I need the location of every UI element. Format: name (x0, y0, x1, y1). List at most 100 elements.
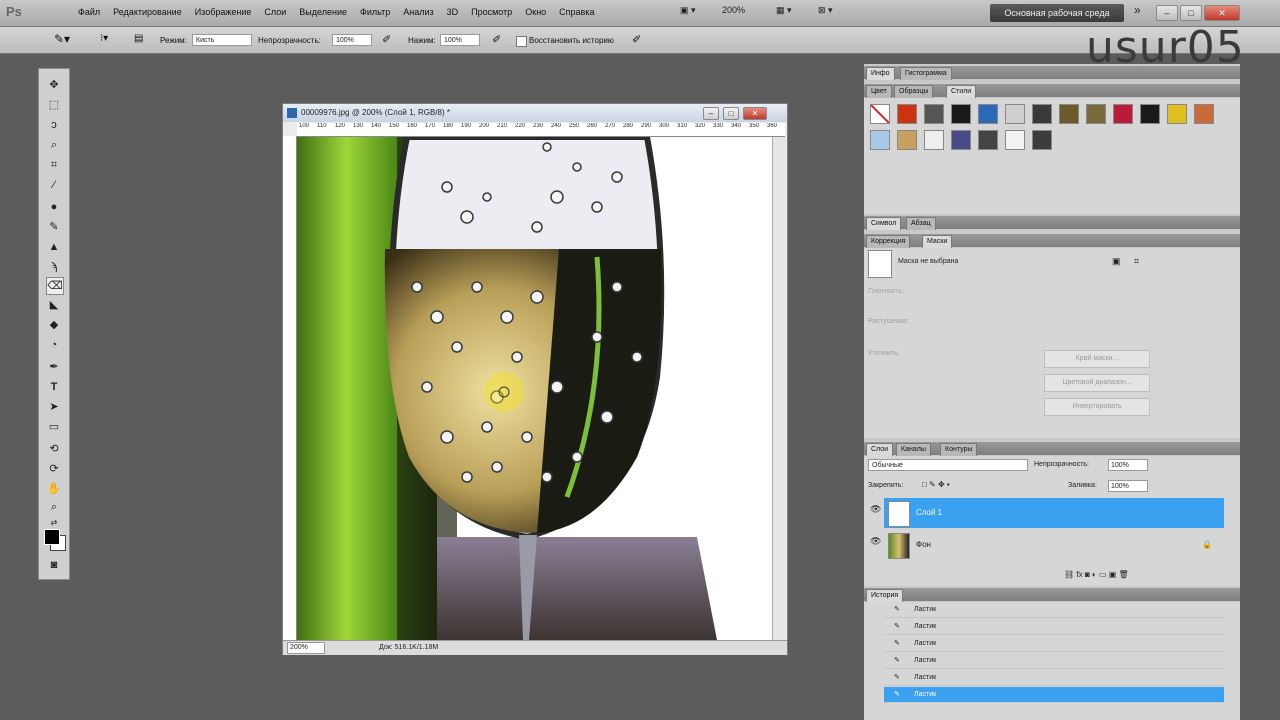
history-item[interactable]: ✎ Ластик (884, 687, 1224, 703)
style-swatch[interactable] (951, 130, 971, 150)
tab-styles[interactable]: Стили (946, 85, 977, 98)
doc-size-info[interactable]: Док: 516.1K/1.18M (379, 641, 438, 655)
menu-image[interactable]: Изображение (195, 7, 252, 17)
tab-swatches[interactable]: Образцы (894, 85, 934, 98)
shape-tool-icon[interactable]: ▭ (46, 419, 62, 435)
menu-edit[interactable]: Редактирование (113, 7, 182, 17)
history-item[interactable]: ✎ Ластик (884, 670, 1224, 686)
doc-close-button[interactable]: ✕ (743, 107, 767, 120)
tab-paragraph[interactable]: Абзац (906, 217, 936, 230)
marquee-tool-icon[interactable]: ⬚ (46, 97, 62, 113)
eraser-tool-icon[interactable]: ⌫ (46, 277, 64, 295)
zoom-field[interactable]: 200% (287, 642, 325, 654)
pen-tool-icon[interactable]: ✒ (46, 359, 62, 375)
style-swatch[interactable] (1005, 104, 1025, 124)
style-swatch[interactable] (924, 104, 944, 124)
doc-maximize-button[interactable]: □ (723, 107, 739, 120)
3d-orbit-tool-icon[interactable]: ⟳ (46, 461, 62, 477)
history-item[interactable]: ✎ Ластик (884, 619, 1224, 635)
style-swatch[interactable] (1113, 104, 1133, 124)
tab-masks[interactable]: Маски (922, 235, 953, 248)
extras-icon[interactable]: ⊠ ▾ (818, 5, 833, 16)
maximize-button[interactable]: □ (1180, 5, 1202, 21)
blur-tool-icon[interactable]: ◆ (46, 317, 62, 333)
screen-mode-icon[interactable]: ▣ ▾ (680, 5, 696, 16)
tab-layers[interactable]: Слои (866, 443, 894, 456)
tablet-opacity-icon[interactable]: ✐ (382, 33, 391, 46)
image-canvas[interactable] (297, 137, 772, 640)
brush-tool-icon[interactable]: ✎ (46, 219, 62, 235)
layer-row[interactable]: Фон 🔒 (884, 530, 1224, 560)
style-swatch[interactable] (978, 130, 998, 150)
style-swatch[interactable] (1194, 104, 1214, 124)
invert-button[interactable]: Инвертировать (1044, 398, 1150, 416)
style-swatch[interactable] (951, 104, 971, 124)
add-vector-mask-icon[interactable]: ⌗ (1134, 256, 1139, 267)
menu-file[interactable]: Файл (78, 7, 100, 17)
eraser-tool-preset-icon[interactable]: ✎▾ (54, 32, 70, 46)
menu-filter[interactable]: Фильтр (360, 7, 390, 17)
history-item[interactable]: ✎ Ластик (884, 602, 1224, 618)
tab-channels[interactable]: Каналы (896, 443, 931, 456)
style-swatch[interactable] (1140, 104, 1160, 124)
lock-icons[interactable]: □ ✎ ✥ ▪ (922, 480, 950, 489)
path-select-tool-icon[interactable]: ➤ (46, 399, 62, 415)
style-swatch[interactable] (897, 130, 917, 150)
crop-tool-icon[interactable]: ⌗ (46, 157, 62, 173)
tab-histogram[interactable]: Гистограмма (900, 67, 952, 80)
style-swatch[interactable] (870, 130, 890, 150)
3d-rotate-tool-icon[interactable]: ⟲ (46, 441, 62, 457)
doc-minimize-button[interactable]: – (703, 107, 719, 120)
pressure-field[interactable]: 100% (440, 34, 480, 46)
layer-footer-icons[interactable]: ⛓ fx ◙ ◐ ▭ ▣ 🗑 (1064, 570, 1129, 579)
zoom-tool-icon[interactable]: ⌕ (46, 499, 62, 515)
brush-size-icon[interactable]: ⁝▾ (100, 33, 108, 44)
lasso-tool-icon[interactable]: ↄ (46, 117, 62, 133)
tab-adjustments[interactable]: Коррекция (866, 235, 911, 248)
style-swatch[interactable] (1167, 104, 1187, 124)
mode-select[interactable]: Кисть (192, 34, 252, 46)
zoom-level-dropdown[interactable]: 200% (722, 5, 745, 15)
menu-window[interactable]: Окно (525, 7, 546, 17)
tab-color[interactable]: Цвет (866, 85, 892, 98)
menu-layers[interactable]: Слои (264, 7, 286, 17)
arrange-docs-icon[interactable]: ▦ ▾ (776, 5, 792, 16)
tablet-size-icon[interactable]: ✐ (632, 33, 641, 46)
style-swatch[interactable] (1005, 130, 1025, 150)
style-swatch[interactable] (924, 130, 944, 150)
healing-brush-tool-icon[interactable]: ● (46, 199, 62, 215)
tab-paths[interactable]: Контуры (940, 443, 978, 456)
history-item[interactable]: ✎ Ластик (884, 636, 1224, 652)
menu-3d[interactable]: 3D (447, 7, 459, 17)
eye-icon[interactable]: 👁 (870, 504, 881, 515)
move-tool-icon[interactable]: ✥ (46, 77, 62, 93)
style-swatch[interactable] (1086, 104, 1106, 124)
close-button[interactable]: ✕ (1204, 5, 1240, 21)
brush-panel-icon[interactable]: ▤ (134, 33, 143, 44)
style-swatch[interactable] (1032, 104, 1052, 124)
history-item[interactable]: ✎ Ластик (884, 653, 1224, 669)
minimize-button[interactable]: – (1156, 5, 1178, 21)
hand-tool-icon[interactable]: ✋ (46, 481, 62, 497)
gradient-tool-icon[interactable]: ◣ (46, 297, 62, 313)
style-swatch[interactable] (1059, 104, 1079, 124)
expand-workspace-icon[interactable]: » (1134, 3, 1141, 17)
quick-select-tool-icon[interactable]: ⌕ (46, 137, 62, 153)
restore-history-checkbox[interactable] (516, 36, 527, 47)
tab-info[interactable]: Инфо (866, 67, 895, 80)
opacity-field[interactable]: 100% (332, 34, 372, 46)
style-swatch[interactable] (897, 104, 917, 124)
style-swatch[interactable] (978, 104, 998, 124)
fill-field[interactable]: 100% (1108, 480, 1148, 492)
eye-icon[interactable]: 👁 (870, 536, 881, 547)
menu-select[interactable]: Выделение (299, 7, 347, 17)
tab-character[interactable]: Символ (866, 217, 902, 230)
style-none-swatch[interactable] (870, 104, 890, 124)
style-swatch[interactable] (1032, 130, 1052, 150)
vertical-scrollbar[interactable] (772, 137, 786, 640)
add-pixel-mask-icon[interactable]: ▣ (1112, 256, 1121, 267)
menu-help[interactable]: Справка (559, 7, 594, 17)
quick-mask-icon[interactable]: ◙ (46, 557, 62, 573)
dodge-tool-icon[interactable]: ◔ (46, 337, 62, 353)
foreground-color-swatch[interactable] (44, 529, 60, 545)
